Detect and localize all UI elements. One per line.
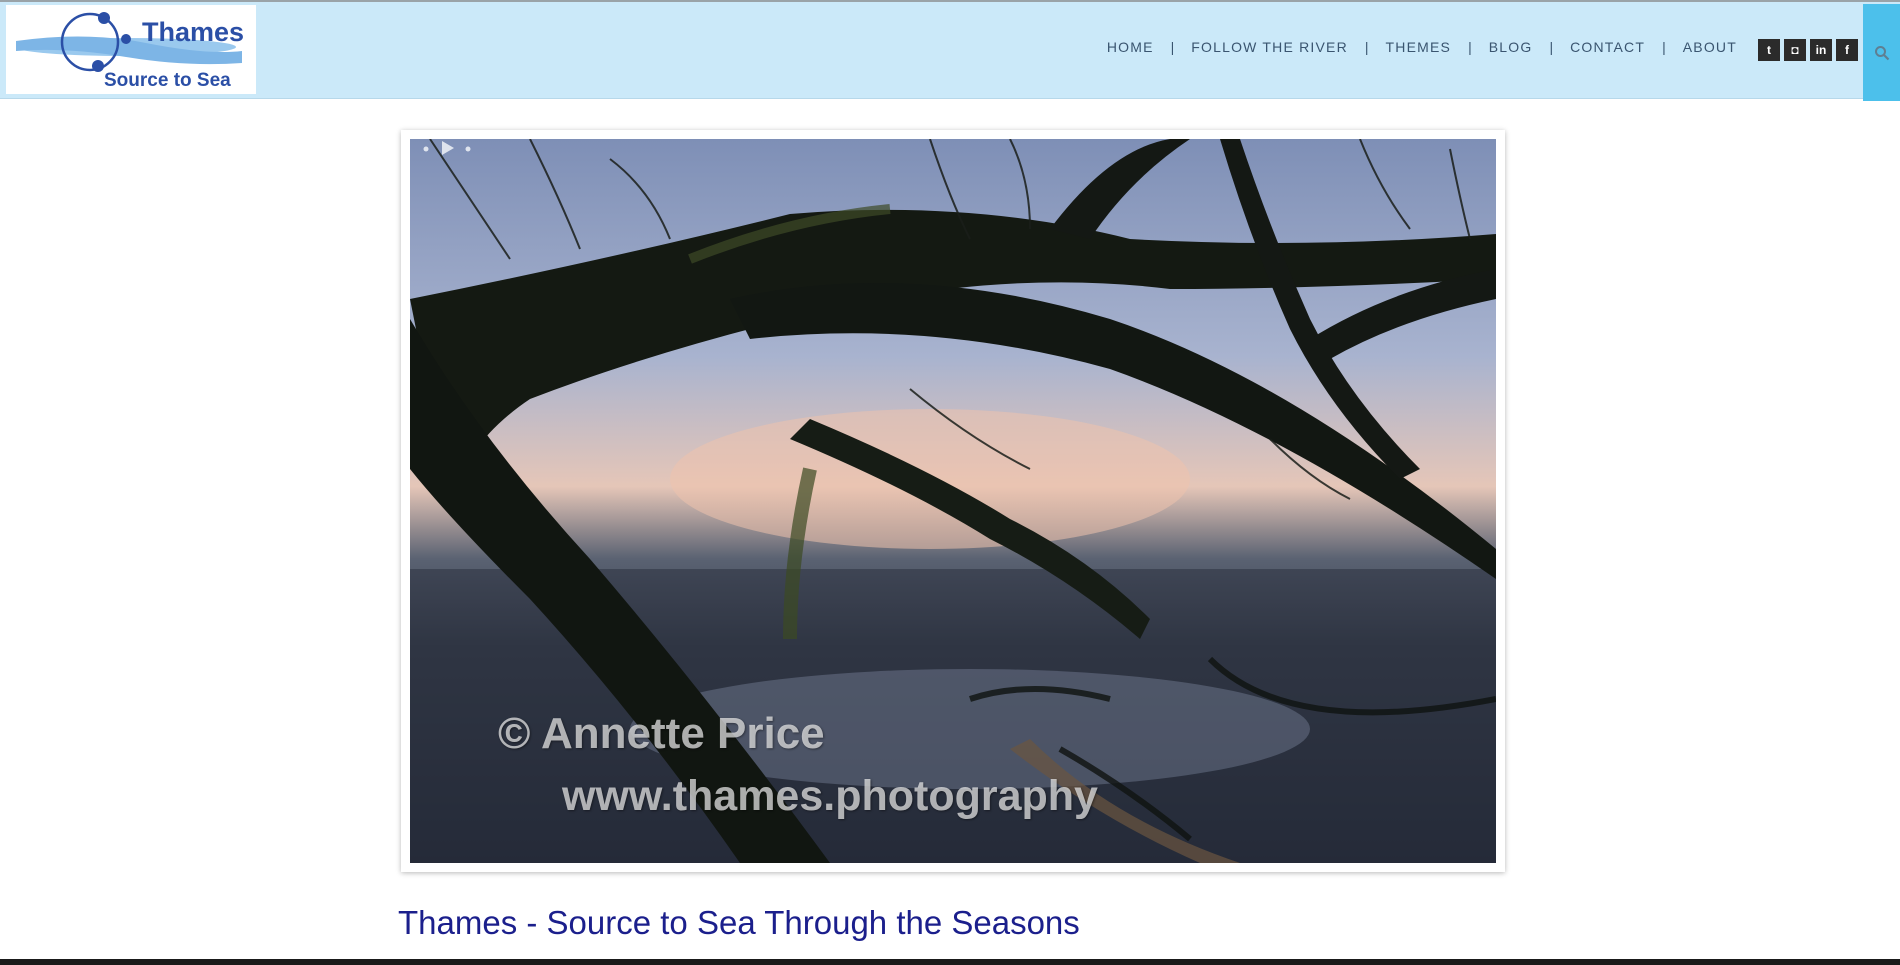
watermark-copyright: © Annette Price	[498, 709, 825, 758]
nav-about[interactable]: ABOUT	[1683, 39, 1737, 55]
site-header: Thames Source to Sea HOME | FOLLOW THE R…	[0, 2, 1900, 101]
nav-separator: |	[1364, 39, 1369, 55]
nav-separator: |	[1170, 39, 1175, 55]
slideshow-controls-icon[interactable]	[410, 139, 490, 155]
page-title: Thames - Source to Sea Through the Seaso…	[398, 904, 1080, 941]
hero-photo[interactable]: © Annette Price www.thames.photography	[410, 139, 1496, 863]
linkedin-icon[interactable]: in	[1810, 39, 1832, 61]
hero-image-frame: © Annette Price www.thames.photography	[401, 130, 1505, 872]
facebook-icon[interactable]: f	[1836, 39, 1858, 61]
nav-home[interactable]: HOME	[1107, 39, 1154, 55]
social-links: t ◘ in f	[1758, 39, 1858, 61]
watermark-url: www.thames.photography	[562, 772, 1098, 820]
logo-subtitle: Source to Sea	[104, 70, 231, 91]
nav-contact[interactable]: CONTACT	[1570, 39, 1645, 55]
nav-separator: |	[1549, 39, 1554, 55]
bottom-border	[0, 959, 1900, 965]
main-nav: HOME | FOLLOW THE RIVER | THEMES | BLOG …	[1107, 39, 1737, 55]
nav-separator: |	[1662, 39, 1666, 55]
nav-blog[interactable]: BLOG	[1489, 39, 1533, 55]
twitter-icon[interactable]: t	[1758, 39, 1780, 61]
nav-themes[interactable]: THEMES	[1386, 39, 1452, 55]
nav-separator: |	[1468, 39, 1472, 55]
logo-title: Thames	[142, 17, 245, 47]
search-button[interactable]	[1863, 4, 1900, 101]
instagram-icon[interactable]: ◘	[1784, 39, 1806, 61]
site-logo[interactable]: Thames Source to Sea	[6, 5, 256, 94]
nav-follow-the-river[interactable]: FOLLOW THE RIVER	[1191, 39, 1348, 55]
search-icon	[1874, 45, 1889, 60]
